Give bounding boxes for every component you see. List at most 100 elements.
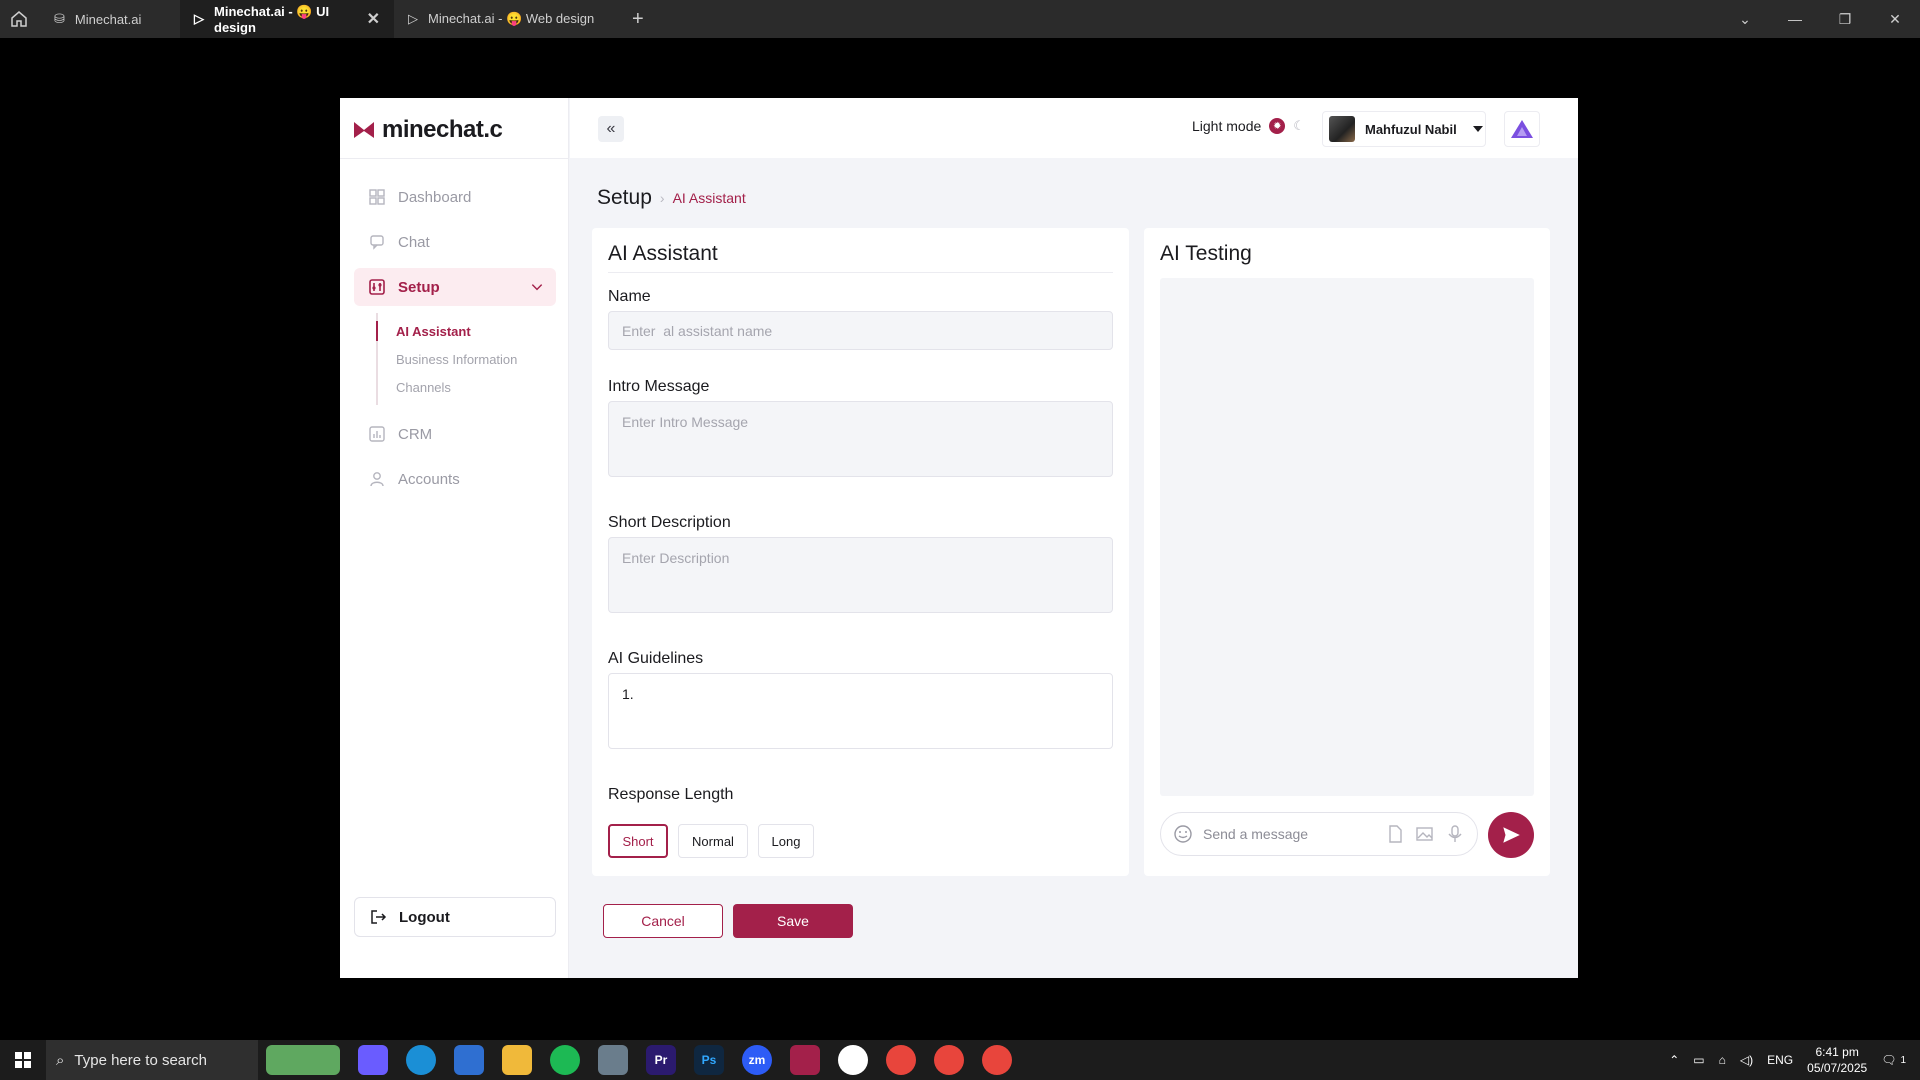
response-length-label: Response Length (608, 786, 734, 803)
zoom-icon[interactable]: zm (742, 1045, 772, 1075)
sidebar: minechat.c Dashboard Chat Setup AI Assis… (340, 98, 569, 978)
subnav-item-channels[interactable]: Channels (396, 373, 556, 401)
sidebar-item-chat[interactable]: Chat (354, 223, 556, 261)
language-indicator[interactable]: ENG (1767, 1053, 1793, 1067)
sidebar-item-crm[interactable]: CRM (354, 415, 556, 453)
short-description-input[interactable] (608, 537, 1113, 613)
search-icon: ⌕ (56, 1051, 65, 1069)
restore-icon[interactable]: ❐ (1820, 11, 1870, 28)
image-icon[interactable] (1415, 824, 1435, 844)
chevron-up-icon[interactable]: ⌃ (1669, 1053, 1679, 1067)
tab-web-design[interactable]: ▷ Minechat.ai - 😛 Web design (394, 0, 622, 38)
premiere-icon[interactable]: Pr (646, 1045, 676, 1075)
cancel-button[interactable]: Cancel (603, 904, 723, 938)
new-tab-icon[interactable]: + (632, 8, 644, 31)
setup-icon (369, 279, 385, 295)
app-icon[interactable] (598, 1045, 628, 1075)
breadcrumb-separator-icon: › (659, 190, 665, 206)
figma-icon[interactable] (790, 1045, 820, 1075)
emoji-icon[interactable] (1173, 824, 1193, 844)
breadcrumb: Setup › AI Assistant (597, 186, 746, 210)
photoshop-icon[interactable]: Ps (694, 1045, 724, 1075)
theme-toggle[interactable]: Light mode ✹ ☾ (1192, 118, 1305, 134)
tab-list-icon[interactable]: ⌄ (1720, 11, 1770, 28)
send-button[interactable] (1488, 812, 1534, 858)
user-icon (370, 472, 384, 487)
response-normal-button[interactable]: Normal (678, 824, 748, 858)
sidebar-item-dashboard[interactable]: Dashboard (354, 178, 556, 216)
clock[interactable]: 6:41 pm 05/07/2025 (1807, 1044, 1867, 1076)
device-icon[interactable]: ▭ (1693, 1053, 1704, 1067)
minechat-logo-icon (354, 122, 374, 138)
intro-message-label: Intro Message (608, 378, 710, 395)
ai-guidelines-input[interactable]: 1. (608, 673, 1113, 749)
store-icon[interactable] (454, 1045, 484, 1075)
logout-button[interactable]: Logout (354, 897, 556, 937)
taskbar-search[interactable]: ⌕ Type here to search (46, 1040, 258, 1080)
brand-button[interactable] (1504, 111, 1540, 147)
window-controls: ⌄ — ❐ ✕ (1720, 0, 1920, 38)
message-composer: Send a message (1160, 812, 1478, 856)
network-icon[interactable]: ⌂ (1719, 1053, 1726, 1067)
logo: minechat.c (352, 116, 503, 144)
chat-icon (370, 235, 384, 250)
slack-icon[interactable] (838, 1045, 868, 1075)
ai-testing-panel: AI Testing Send a message (1144, 228, 1550, 876)
chrome-profile-icon[interactable] (982, 1045, 1012, 1075)
send-icon (1503, 827, 1520, 843)
collapse-sidebar-button[interactable]: « (598, 116, 624, 142)
sun-icon[interactable]: ✹ (1269, 118, 1286, 134)
chrome-icon[interactable] (886, 1045, 916, 1075)
windows-taskbar: ⌕ Type here to search Pr Ps zm ⌃ ▭ ⌂ ◁) … (0, 1040, 1920, 1080)
start-button[interactable] (0, 1040, 46, 1080)
caret-down-icon (1472, 126, 1483, 132)
sidebar-item-setup[interactable]: Setup (354, 268, 556, 306)
response-short-button[interactable]: Short (608, 824, 668, 858)
tab-ui-design[interactable]: ▷ Minechat.ai - 😛 UI design ✕ (180, 0, 394, 38)
form-title: AI Assistant (608, 242, 718, 265)
file-explorer-icon[interactable] (502, 1045, 532, 1075)
app-window: minechat.c Dashboard Chat Setup AI Assis… (340, 98, 1578, 978)
chevron-down-icon[interactable] (530, 280, 544, 294)
tab-icon: ⛁ (54, 11, 65, 26)
tab-minechat[interactable]: ⛁ Minechat.ai (40, 0, 180, 38)
double-chevron-left-icon: « (606, 120, 616, 137)
top-bar: « Light mode ✹ ☾ Mahfuzul Nabil (570, 98, 1578, 158)
moon-icon[interactable]: ☾ (1293, 118, 1305, 134)
name-input[interactable] (608, 311, 1113, 350)
divider (340, 158, 569, 159)
save-button[interactable]: Save (733, 904, 853, 938)
notification-count: 1 (1900, 1054, 1906, 1066)
edge-icon[interactable] (406, 1045, 436, 1075)
divider (608, 272, 1113, 273)
home-icon[interactable] (8, 8, 30, 30)
chat-preview-area (1160, 278, 1534, 796)
play-icon: ▷ (194, 11, 204, 26)
subnav-item-ai-assistant[interactable]: AI Assistant (376, 317, 556, 345)
close-tab-icon[interactable]: ✕ (367, 9, 380, 29)
copilot-icon[interactable] (358, 1045, 388, 1075)
chrome-profile-icon[interactable] (934, 1045, 964, 1075)
sidebar-item-accounts[interactable]: Accounts (354, 460, 556, 498)
name-label: Name (608, 288, 651, 305)
response-long-button[interactable]: Long (758, 824, 814, 858)
message-input[interactable]: Send a message (1203, 826, 1375, 842)
dashboard-icon (369, 189, 385, 205)
file-icon[interactable] (1385, 824, 1405, 844)
ai-guidelines-label: AI Guidelines (608, 650, 704, 667)
breadcrumb-root[interactable]: Setup (597, 186, 652, 210)
spotify-icon[interactable] (550, 1045, 580, 1075)
breadcrumb-current: AI Assistant (672, 190, 746, 206)
crm-icon (369, 426, 385, 442)
user-menu[interactable]: Mahfuzul Nabil (1322, 111, 1486, 147)
subnav-item-business-information[interactable]: Business Information (396, 345, 556, 373)
widgets-icon[interactable] (266, 1045, 340, 1075)
volume-icon[interactable]: ◁) (1740, 1053, 1753, 1067)
microphone-icon[interactable] (1445, 824, 1465, 844)
minimize-icon[interactable]: — (1770, 11, 1820, 27)
intro-message-input[interactable] (608, 401, 1113, 477)
notification-icon[interactable]: 🗨 (1881, 1053, 1896, 1067)
close-window-icon[interactable]: ✕ (1870, 11, 1920, 28)
avatar (1329, 116, 1355, 142)
setup-subnav: AI Assistant Business Information Channe… (376, 313, 556, 405)
